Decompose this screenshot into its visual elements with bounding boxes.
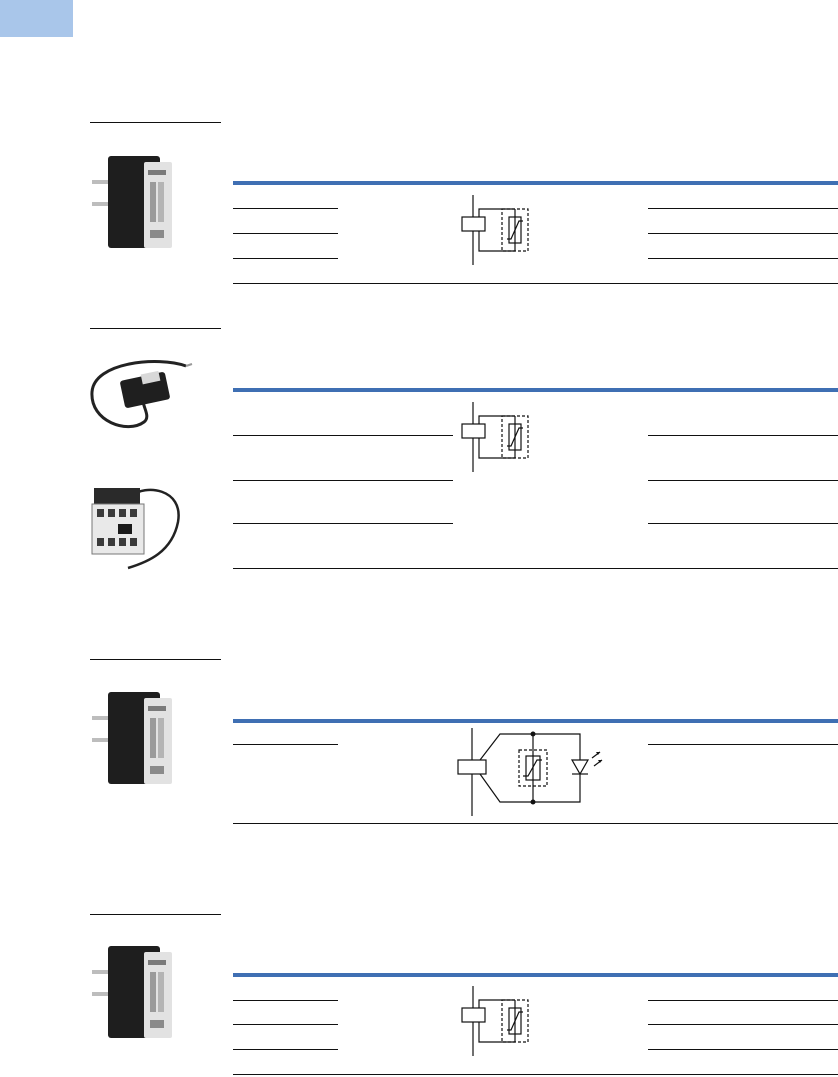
table-cell-line xyxy=(648,435,838,436)
table-bottom-rule xyxy=(233,1074,838,1075)
table-cell-line xyxy=(648,744,838,745)
table-header-rule xyxy=(233,181,838,185)
coil-varistor-led-circuit-icon xyxy=(457,728,603,816)
table-bottom-rule xyxy=(233,823,838,824)
table-bottom-rule xyxy=(233,568,838,569)
table-header-rule xyxy=(233,388,838,392)
table-cell-line xyxy=(648,480,838,481)
table-cell-line xyxy=(648,258,838,259)
coil-varistor-circuit-icon xyxy=(461,986,529,1056)
section-divider xyxy=(90,328,221,329)
table-cell-line xyxy=(233,744,338,745)
table-header-rule xyxy=(233,719,838,723)
contactor-with-mounted-suppressor-photo xyxy=(91,488,180,570)
table-cell-line xyxy=(233,233,338,234)
plug-in-suppressor-module-photo xyxy=(92,692,172,784)
plug-in-suppressor-module-photo xyxy=(92,156,172,248)
suppressor-module-with-cable-photo xyxy=(90,360,193,428)
table-cell-line xyxy=(233,1049,338,1050)
table-cell-line xyxy=(233,1000,338,1001)
table-cell-line xyxy=(648,1024,838,1025)
table-cell-line xyxy=(648,523,838,524)
table-cell-line xyxy=(233,1024,338,1025)
table-cell-line xyxy=(233,258,338,259)
section-divider xyxy=(90,122,221,123)
table-cell-line xyxy=(233,435,453,436)
table-header-rule xyxy=(233,973,838,977)
table-cell-line xyxy=(233,208,338,209)
coil-varistor-circuit-icon xyxy=(461,402,529,472)
table-cell-line xyxy=(648,208,838,209)
table-cell-line xyxy=(233,523,453,524)
section-divider xyxy=(90,914,221,915)
table-cell-line xyxy=(648,233,838,234)
page-tab-marker xyxy=(0,0,73,37)
table-bottom-rule xyxy=(233,283,838,284)
table-cell-line xyxy=(648,1049,838,1050)
section-divider xyxy=(90,659,221,660)
coil-varistor-circuit-icon xyxy=(461,195,529,265)
table-cell-line xyxy=(648,1000,838,1001)
table-cell-line xyxy=(233,480,453,481)
plug-in-suppressor-module-photo xyxy=(92,946,172,1038)
